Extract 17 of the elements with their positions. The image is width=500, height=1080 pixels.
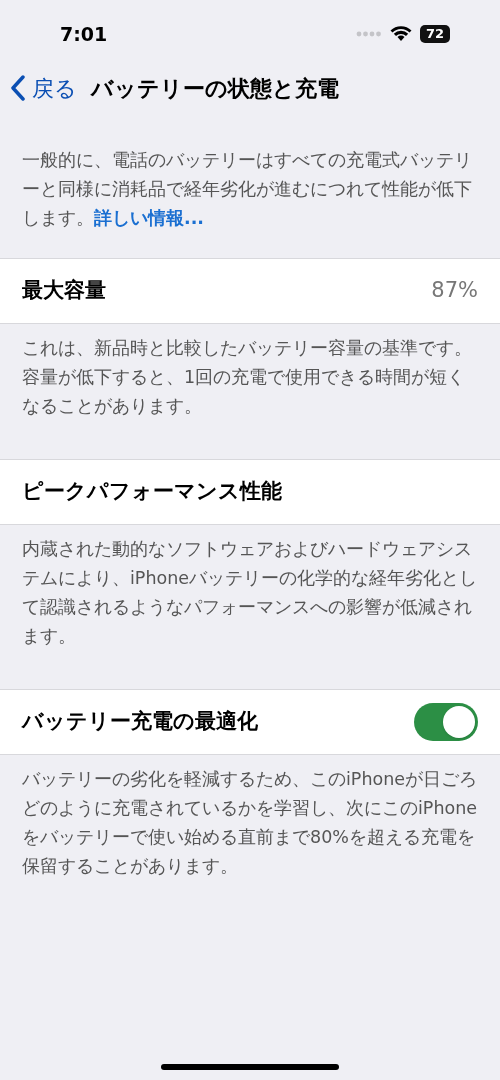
section-footer: これは、新品時と比較したバッテリー容量の基準です。容量が低下すると、1回の充電で使用できる時間が短くなることがあります。 xyxy=(0,324,500,421)
back-button[interactable]: 戻る xyxy=(10,71,77,105)
toggle-switch[interactable] xyxy=(414,703,478,741)
section-footer: バッテリーの劣化を軽減するため、このiPhoneが日ごろどのように充電されているかを学習し、次にこのiPhoneをバッテリーで使い始める直前まで80%を超える充電を保留することがあります。 xyxy=(0,755,500,881)
signal-icon xyxy=(356,31,382,37)
row-label: 最大容量 xyxy=(22,277,106,305)
wifi-icon xyxy=(390,26,412,42)
row-value: 87% xyxy=(431,277,478,305)
status-time: 7:01 xyxy=(60,21,108,47)
section-footer: 内蔵された動的なソフトウェアおよびハードウェアシステムにより、iPhoneバッテリーの化学的な経年劣化として認識されるようなパフォーマンスへの影響が低減されます。 xyxy=(0,525,500,651)
intro-text: 一般的に、電話のバッテリーはすべての充電式バッテリーと同様に消耗品で経年劣化が進むにつれて性能が低下します。詳しい情報... xyxy=(21,149,473,230)
row-label: ピークパフォーマンス性能 xyxy=(22,478,282,506)
battery-indicator: 72 xyxy=(420,25,450,43)
learn-more-link[interactable]: 詳しい情報... xyxy=(94,208,204,228)
row-label: バッテリー充電の最適化 xyxy=(22,708,258,736)
page-title: バッテリーの状態と充電 xyxy=(91,74,339,103)
chevron-left-icon xyxy=(10,75,26,101)
